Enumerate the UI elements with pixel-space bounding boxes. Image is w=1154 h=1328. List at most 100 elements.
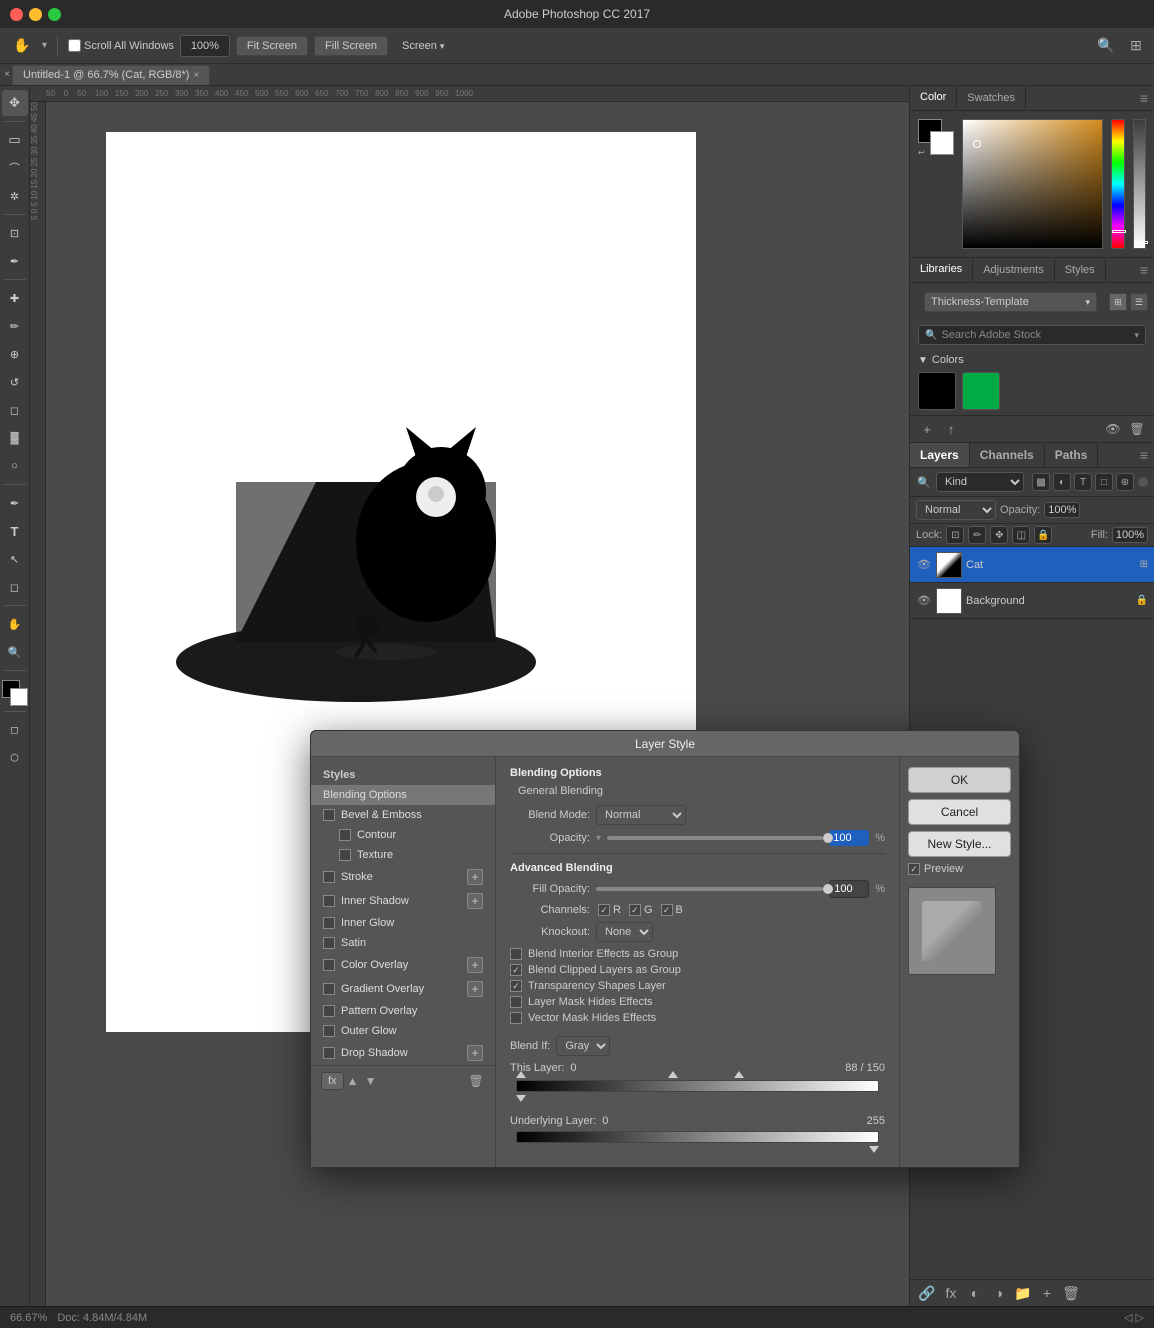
layer-mask-hides-cb[interactable] <box>510 996 522 1008</box>
style-item-blending-options[interactable]: Blending Options <box>311 785 495 805</box>
vector-mask-hides-cb[interactable] <box>510 1012 522 1024</box>
lasso-tool[interactable]: ⌒ <box>2 155 28 181</box>
lock-artboard-btn[interactable]: ◫ <box>1012 526 1030 544</box>
layers-panel-options[interactable]: ≡ <box>1134 447 1154 463</box>
color-panel-options[interactable]: ≡ <box>1134 90 1154 106</box>
cancel-button[interactable]: Cancel <box>908 799 1011 825</box>
pen-tool[interactable]: ✒ <box>2 490 28 516</box>
this-layer-left-arrow[interactable] <box>516 1071 526 1078</box>
blend-clipped-cb[interactable] <box>510 964 522 976</box>
blend-if-select[interactable]: Gray <box>556 1036 610 1056</box>
background-color[interactable] <box>10 688 28 706</box>
channel-r-checkbox[interactable] <box>598 904 610 916</box>
style-item-gradient-overlay[interactable]: Gradient Overlay + <box>311 977 495 1001</box>
style-item-texture[interactable]: Texture <box>311 845 495 865</box>
lock-position-btn[interactable]: ✏ <box>968 526 986 544</box>
dodge-tool[interactable]: ○ <box>2 453 28 479</box>
scroll-all-windows-checkbox[interactable] <box>68 39 81 52</box>
opacity-input[interactable] <box>1044 502 1080 518</box>
new-adjustment-btn[interactable]: ◑ <box>990 1284 1008 1302</box>
new-group-btn[interactable]: 📁 <box>1014 1284 1032 1302</box>
filter-smart-btn[interactable]: ⊛ <box>1116 473 1134 491</box>
add-library-item-btn[interactable]: + <box>918 420 936 438</box>
new-style-button[interactable]: New Style... <box>908 831 1011 857</box>
layer-mask-btn[interactable]: ◐ <box>966 1284 984 1302</box>
minimize-button[interactable] <box>29 8 42 21</box>
screen-mode-icon[interactable]: ◻ <box>2 717 28 743</box>
opacity-slider-thumb[interactable] <box>823 833 833 843</box>
layer-item-background[interactable]: 👁 Background 🔒 <box>910 583 1154 619</box>
filter-adjust-btn[interactable]: ◐ <box>1053 473 1071 491</box>
gradient-overlay-add-btn[interactable]: + <box>467 981 483 997</box>
style-item-color-overlay[interactable]: Color Overlay + <box>311 953 495 977</box>
cat-visibility-toggle[interactable]: 👁 <box>916 557 932 573</box>
background-swatch[interactable] <box>930 131 954 155</box>
fx-button[interactable]: fx <box>321 1072 344 1090</box>
pattern-overlay-checkbox[interactable] <box>323 1005 335 1017</box>
screen-mode-btn[interactable]: Screen ▾ <box>394 37 452 55</box>
lock-all-btn[interactable]: 🔒 <box>1034 526 1052 544</box>
this-layer-mid-arrow-right[interactable] <box>734 1071 744 1078</box>
inner-shadow-checkbox[interactable] <box>323 895 335 907</box>
close-doc-btn[interactable]: × <box>2 65 12 85</box>
style-item-inner-glow[interactable]: Inner Glow <box>311 913 495 933</box>
style-item-pattern-overlay[interactable]: Pattern Overlay <box>311 1001 495 1021</box>
scroll-all-windows-label[interactable]: Scroll All Windows <box>68 39 174 52</box>
channels-tab-btn[interactable]: Channels <box>970 443 1045 467</box>
hue-strip[interactable] <box>1111 119 1124 249</box>
style-item-outer-glow[interactable]: Outer Glow <box>311 1021 495 1041</box>
crop-tool[interactable]: ⊡ <box>2 220 28 246</box>
blend-interior-cb[interactable] <box>510 948 522 960</box>
stroke-checkbox[interactable] <box>323 871 335 883</box>
filter-pixel-btn[interactable]: ▩ <box>1032 473 1050 491</box>
fill-screen-btn[interactable]: Fill Screen <box>314 36 388 56</box>
text-tool[interactable]: T <box>2 518 28 544</box>
close-button[interactable] <box>10 8 23 21</box>
stamp-tool[interactable]: ⊕ <box>2 341 28 367</box>
layers-tab-btn[interactable]: Layers <box>910 443 970 467</box>
magic-wand-tool[interactable]: ✲ <box>2 183 28 209</box>
libraries-dropdown[interactable]: Thickness-Template ▾ <box>924 292 1097 312</box>
grid-view-btn[interactable]: ⊞ <box>1109 293 1127 311</box>
color-chip-green[interactable] <box>962 372 1000 410</box>
paths-tab-btn[interactable]: Paths <box>1045 443 1099 467</box>
style-item-contour[interactable]: Contour <box>311 825 495 845</box>
color-overlay-checkbox[interactable] <box>323 959 335 971</box>
styles-tab[interactable]: Styles <box>1055 259 1106 281</box>
inner-shadow-add-btn[interactable]: + <box>467 893 483 909</box>
bg-visibility-toggle[interactable]: 👁 <box>916 593 932 609</box>
select-rect-tool[interactable]: ▭ <box>2 127 28 153</box>
delete-layer-btn[interactable]: 🗑 <box>1062 1284 1080 1302</box>
gradient-tool[interactable]: ▓ <box>2 425 28 451</box>
style-item-drop-shadow[interactable]: Drop Shadow + <box>311 1041 495 1065</box>
drop-shadow-checkbox[interactable] <box>323 1047 335 1059</box>
maximize-button[interactable] <box>48 8 61 21</box>
history-tool[interactable]: ↺ <box>2 369 28 395</box>
healing-tool[interactable]: ✚ <box>2 285 28 311</box>
delete-style-btn[interactable]: 🗑 <box>467 1072 485 1090</box>
drop-shadow-add-btn[interactable]: + <box>467 1045 483 1061</box>
new-layer-btn[interactable]: + <box>1038 1284 1056 1302</box>
brush-tool[interactable]: ✏ <box>2 313 28 339</box>
libraries-panel-options[interactable]: ≡ <box>1134 262 1154 278</box>
blend-mode-select[interactable]: Normal <box>916 500 996 520</box>
layers-kind-select[interactable]: Kind <box>936 472 1024 492</box>
color-chip-black[interactable] <box>918 372 956 410</box>
channel-g-checkbox[interactable] <box>629 904 641 916</box>
layer-style-dialog[interactable]: Layer Style Styles Blending Options Beve… <box>310 730 1020 1168</box>
style-item-bevel-emboss[interactable]: Bevel & Emboss <box>311 805 495 825</box>
opacity-slider-track[interactable] <box>607 836 823 840</box>
underlying-bottom-right-arrow[interactable] <box>869 1146 879 1153</box>
style-item-satin[interactable]: Satin <box>311 933 495 953</box>
arrange-btn[interactable]: ⊞ <box>1126 36 1146 56</box>
shape-tool[interactable]: ◻ <box>2 574 28 600</box>
gradient-overlay-checkbox[interactable] <box>323 983 335 995</box>
stroke-add-btn[interactable]: + <box>467 869 483 885</box>
fill-opacity-input[interactable] <box>829 880 869 898</box>
this-layer-bottom-left-arrow[interactable] <box>516 1095 526 1102</box>
doc-tab-close[interactable]: × <box>193 70 199 81</box>
bevel-emboss-checkbox[interactable] <box>323 809 335 821</box>
satin-checkbox[interactable] <box>323 937 335 949</box>
fill-opacity-slider[interactable] <box>596 887 823 891</box>
ok-button[interactable]: OK <box>908 767 1011 793</box>
